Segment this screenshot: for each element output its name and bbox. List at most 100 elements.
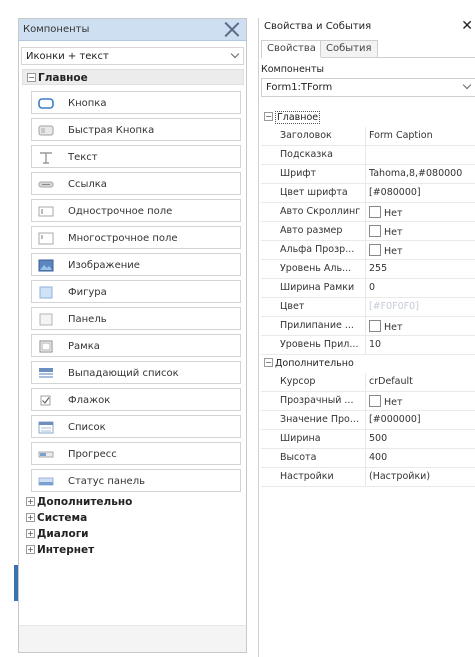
component-selector[interactable]: Form1:TForm — [261, 78, 475, 97]
property-row[interactable]: Цвет [#F0F0F0] — [261, 298, 475, 317]
property-value[interactable]: Нет — [369, 320, 403, 333]
component-shape[interactable]: Фигура — [31, 280, 241, 303]
close-icon[interactable]: ✕ — [461, 18, 473, 34]
property-value[interactable]: (Настройки) — [369, 471, 430, 482]
collapse-icon[interactable]: − — [264, 358, 273, 367]
property-row[interactable]: Уровень Аль... 255 — [261, 260, 475, 279]
checkbox[interactable] — [369, 225, 381, 237]
component-status-bar[interactable]: Статус панель — [31, 469, 241, 492]
component-speed-button[interactable]: Быстрая Кнопка — [31, 118, 241, 141]
expand-icon[interactable]: + — [26, 529, 35, 538]
component-panel[interactable]: Панель — [31, 307, 241, 330]
properties-panel-title-bar: Свойства и События ✕ — [259, 18, 475, 38]
link-icon — [38, 181, 54, 188]
component-frame[interactable]: Рамка — [31, 334, 241, 357]
column-divider — [365, 279, 366, 297]
component-label: Фигура — [68, 287, 107, 298]
property-name: Заголовок — [280, 130, 332, 141]
component-checkbox[interactable]: Флажок — [31, 388, 241, 411]
checkbox-icon — [40, 395, 51, 406]
checkbox[interactable] — [369, 206, 381, 218]
progress-icon — [38, 451, 54, 458]
component-label: Флажок — [68, 395, 111, 406]
component-label: Ссылка — [68, 179, 107, 190]
property-value[interactable]: 255 — [369, 263, 387, 274]
checkbox[interactable] — [369, 244, 381, 256]
property-value[interactable]: [#000000] — [369, 414, 421, 425]
property-row[interactable]: Значение Про... [#000000] — [261, 411, 475, 430]
component-label: Однострочное поле — [68, 206, 173, 217]
button-icon — [38, 98, 54, 109]
column-divider — [365, 392, 366, 410]
property-row[interactable]: Ширина Рамки 0 — [261, 279, 475, 298]
component-text[interactable]: Текст — [31, 145, 241, 168]
property-value[interactable]: Нет — [369, 225, 403, 238]
component-multi-line-field[interactable]: Многострочное поле — [31, 226, 241, 249]
property-row[interactable]: Авто Скроллинг Нет — [261, 203, 475, 222]
group-internet[interactable]: + Интернет — [22, 542, 244, 558]
component-image[interactable]: Изображение — [31, 253, 241, 276]
property-value[interactable]: [#080000] — [369, 187, 421, 198]
expand-icon[interactable]: + — [26, 545, 35, 554]
category-additional[interactable]: − Дополнительно — [261, 355, 475, 373]
column-divider — [365, 430, 366, 448]
property-row[interactable]: Прозрачный ... Нет — [261, 392, 475, 411]
category-main[interactable]: − Главное — [261, 109, 475, 127]
property-row[interactable]: Высота 400 — [261, 449, 475, 468]
property-row[interactable]: Цвет шрифта [#080000] — [261, 184, 475, 203]
checkbox[interactable] — [369, 320, 381, 332]
close-icon[interactable] — [224, 21, 240, 37]
checkbox[interactable] — [369, 395, 381, 407]
property-value[interactable]: Нет — [369, 395, 403, 408]
group-dialogs[interactable]: + Диалоги — [22, 526, 244, 542]
component-single-line-field[interactable]: Однострочное поле — [31, 199, 241, 222]
property-row[interactable]: Заголовок Form Caption — [261, 127, 475, 146]
column-divider — [365, 127, 366, 145]
property-name: Настройки — [280, 471, 334, 482]
group-additional[interactable]: + Дополнительно — [22, 494, 244, 510]
expand-icon[interactable]: + — [26, 497, 35, 506]
component-progress[interactable]: Прогресс — [31, 442, 241, 465]
expand-icon[interactable]: + — [26, 513, 35, 522]
tab-properties[interactable]: Свойства — [261, 40, 322, 58]
view-mode-dropdown[interactable]: Иконки + текст — [21, 47, 244, 65]
components-panel-title: Компоненты — [23, 24, 90, 35]
property-value[interactable]: 500 — [369, 433, 387, 444]
collapse-icon[interactable]: − — [27, 73, 36, 82]
group-system[interactable]: + Система — [22, 510, 244, 526]
property-row[interactable]: Ширина 500 — [261, 430, 475, 449]
property-row[interactable]: Прилипание ... Нет — [261, 317, 475, 336]
column-divider — [365, 411, 366, 429]
property-row[interactable]: Настройки (Настройки) — [261, 468, 475, 487]
property-value[interactable]: 400 — [369, 452, 387, 463]
property-row[interactable]: Уровень Прил... 10 — [261, 336, 475, 355]
property-value[interactable]: 0 — [369, 282, 375, 293]
component-link[interactable]: Ссылка — [31, 172, 241, 195]
component-label: Панель — [68, 314, 107, 325]
collapse-icon[interactable]: − — [264, 112, 273, 121]
property-name: Прилипание ... — [280, 320, 354, 331]
property-row[interactable]: Шрифт Tahoma,8,#080000 — [261, 165, 475, 184]
property-value[interactable]: 10 — [369, 339, 381, 350]
component-list[interactable]: Список — [31, 415, 241, 438]
component-dropdown[interactable]: Выпадающий список — [31, 361, 241, 384]
tab-events[interactable]: События — [320, 40, 378, 57]
property-value[interactable]: Tahoma,8,#080000 — [369, 168, 462, 179]
property-row[interactable]: Подсказка — [261, 146, 475, 165]
checkbox-label: Нет — [384, 227, 403, 238]
category-additional-label: Дополнительно — [275, 358, 354, 369]
column-divider — [365, 165, 366, 183]
property-value[interactable]: Form Caption — [369, 130, 433, 141]
property-value[interactable]: Нет — [369, 244, 403, 257]
property-row[interactable]: Альфа Прозр... Нет — [261, 241, 475, 260]
column-divider — [365, 468, 366, 486]
property-name: Ширина Рамки — [280, 282, 355, 293]
property-value[interactable]: Нет — [369, 206, 403, 219]
property-value[interactable]: [#F0F0F0] — [369, 301, 419, 312]
property-row[interactable]: Курсор crDefault — [261, 373, 475, 392]
text-icon — [40, 152, 52, 164]
property-row[interactable]: Авто размер Нет — [261, 222, 475, 241]
property-value[interactable]: crDefault — [369, 376, 413, 387]
group-main[interactable]: − Главное — [22, 69, 244, 85]
component-button[interactable]: Кнопка — [31, 91, 241, 114]
